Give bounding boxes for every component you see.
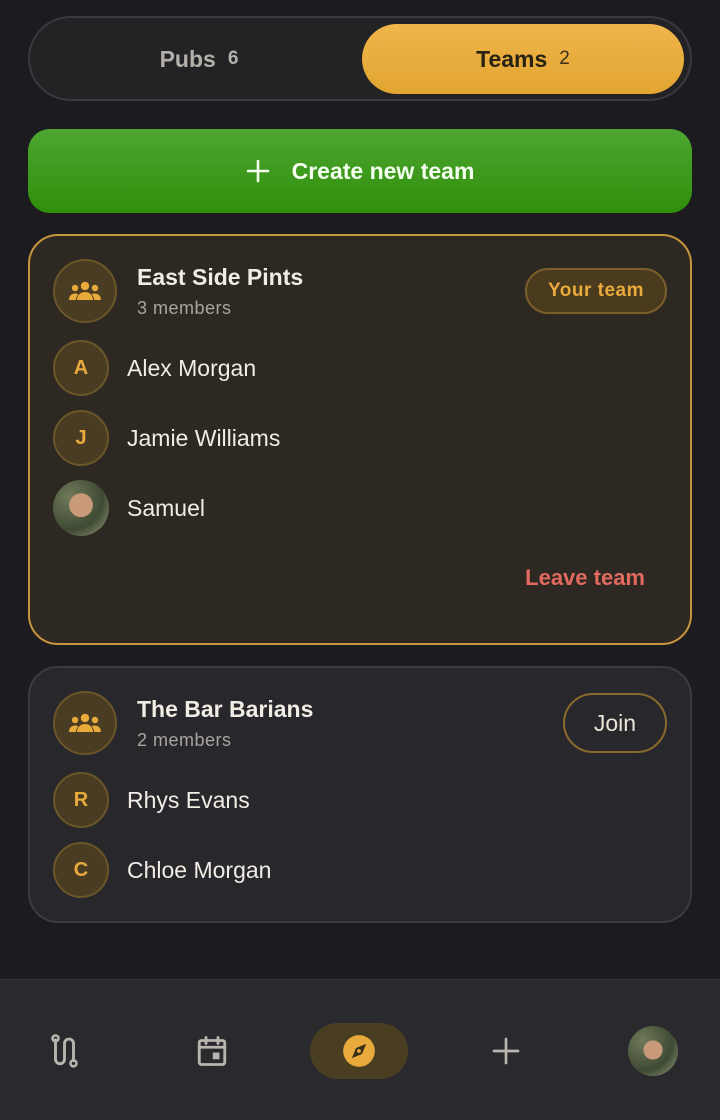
calendar-icon — [197, 1036, 227, 1066]
pubs-teams-switcher: Pubs 6 Teams 2 — [28, 16, 692, 101]
member-name: Rhys Evans — [127, 786, 250, 813]
team-member-count: 3 members — [137, 298, 232, 318]
tab-teams[interactable]: Teams 2 — [362, 24, 684, 94]
member-name: Chloe Morgan — [127, 856, 272, 883]
nav-add[interactable] — [457, 1023, 555, 1079]
plus-icon — [246, 159, 269, 183]
compass-icon — [343, 1035, 375, 1067]
route-icon — [51, 1034, 78, 1068]
bottom-nav-bar — [0, 979, 720, 1120]
member-name: Alex Morgan — [127, 354, 257, 381]
member-row: J Jamie Williams — [53, 410, 280, 466]
profile-avatar — [628, 1026, 678, 1076]
team-card-east-side-pints: East Side Pints 3 members Your team A Al… — [28, 234, 692, 645]
member-name: Jamie Williams — [127, 424, 281, 451]
team-name: The Bar Barians — [137, 696, 314, 722]
member-row: C Chloe Morgan — [53, 842, 271, 898]
tab-pubs-count: 6 — [227, 48, 239, 69]
member-initial-avatar: J — [53, 410, 109, 466]
member-initial-avatar: C — [53, 842, 109, 898]
team-card-the-bar-barians: The Bar Barians 2 members Join R Rhys Ev… — [28, 666, 692, 923]
leave-team-button[interactable]: Leave team — [525, 565, 645, 591]
group-icon — [53, 259, 117, 323]
nav-profile[interactable] — [604, 1023, 702, 1079]
member-photo-avatar — [53, 480, 109, 536]
member-row: R Rhys Evans — [53, 772, 250, 828]
nav-route[interactable] — [17, 1023, 115, 1079]
plus-icon — [492, 1037, 520, 1065]
member-name: Samuel — [127, 494, 205, 521]
your-team-badge: Your team — [525, 268, 667, 314]
nav-explore[interactable] — [310, 1023, 408, 1079]
team-name: East Side Pints — [137, 264, 304, 290]
join-team-button[interactable]: Join — [563, 693, 667, 753]
team-member-count: 2 members — [137, 730, 232, 750]
member-row: Samuel — [53, 480, 205, 536]
tab-pubs[interactable]: Pubs 6 — [38, 24, 360, 94]
nav-calendar[interactable] — [163, 1023, 261, 1079]
create-team-button[interactable]: Create new team — [28, 129, 692, 213]
teams-screen: Pubs 6 Teams 2 Create new team East Side… — [0, 0, 720, 1120]
member-initial-avatar: A — [53, 340, 109, 396]
group-icon — [53, 691, 117, 755]
tab-teams-count: 2 — [559, 48, 570, 69]
create-team-label: Create new team — [291, 157, 475, 184]
member-row: A Alex Morgan — [53, 340, 256, 396]
tab-teams-label: Teams — [476, 45, 548, 72]
tab-pubs-label: Pubs — [159, 45, 216, 72]
member-initial-avatar: R — [53, 772, 109, 828]
